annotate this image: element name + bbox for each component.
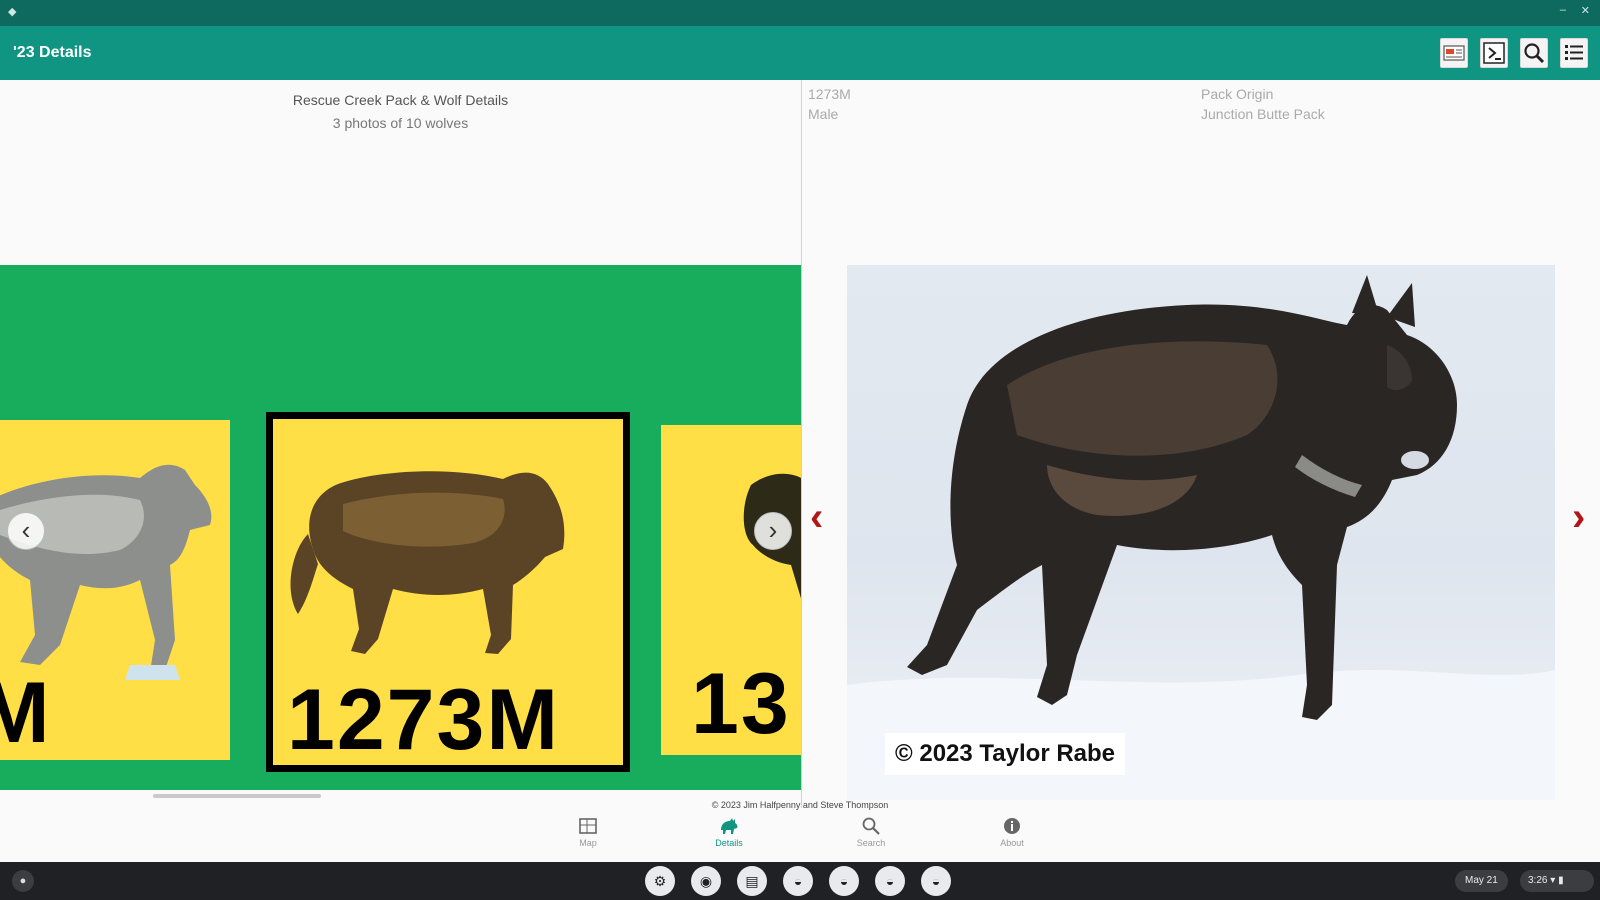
chevron-left-icon: ‹ xyxy=(810,495,824,539)
copyright-footer: © 2023 Jim Halfpenny and Steve Thompson xyxy=(711,800,889,810)
shelf-app-wolf-4[interactable]: ◒ xyxy=(921,866,951,896)
terminal-icon xyxy=(1483,42,1505,64)
chrome-icon: ◉ xyxy=(699,873,713,889)
search-icon xyxy=(1524,43,1545,64)
search-button[interactable] xyxy=(1520,38,1548,68)
nav-details-label: Details xyxy=(715,838,743,848)
window-title-strip: ◆ – ✕ xyxy=(0,0,1600,26)
wolf-app-icon: ◒ xyxy=(931,873,941,889)
shelf-app-files[interactable]: ▤ xyxy=(737,866,767,896)
pack-title: Rescue Creek Pack & Wolf Details xyxy=(292,92,509,108)
list-icon xyxy=(1565,45,1583,60)
chevron-right-icon: › xyxy=(1572,495,1586,539)
map-card-button[interactable] xyxy=(1440,38,1468,68)
os-shelf: ● ⚙ ◉ ▤ ◒ ◒ ◒ ◒ May 21 3:26 ▾ ▮ xyxy=(0,862,1600,900)
wolf-card-previous[interactable]: M xyxy=(0,420,230,760)
page-title: '23 Details xyxy=(13,44,92,61)
wolf-silhouette-grey xyxy=(0,464,212,680)
photo-credit: © 2023 Taylor Rabe xyxy=(885,733,1126,775)
map-icon xyxy=(553,816,623,838)
nav-search-label: Search xyxy=(856,838,886,848)
wolf-photo-illustration xyxy=(847,275,1555,800)
pack-origin-value: Junction Butte Pack xyxy=(1201,106,1325,122)
wolf-app-icon: ◒ xyxy=(793,873,803,889)
nav-about[interactable]: About xyxy=(977,816,1047,848)
battery-icon: ▮ xyxy=(1558,875,1564,886)
date-tray[interactable]: May 21 xyxy=(1455,870,1508,892)
nav-map[interactable]: Map xyxy=(553,816,623,848)
wolf-icon xyxy=(694,816,764,838)
nav-search[interactable]: Search xyxy=(836,816,906,848)
wolf-card-next[interactable]: 13 xyxy=(661,425,801,755)
date-label: May 21 xyxy=(1465,875,1498,886)
wolf-carousel[interactable]: M 1273M 13 ‹ › xyxy=(0,265,801,790)
wolf-sex: Male xyxy=(808,106,839,122)
wolf-card-current[interactable]: 1273M xyxy=(266,412,630,772)
shelf-app-wolf-2[interactable]: ◒ xyxy=(829,866,859,896)
info-icon xyxy=(977,816,1047,838)
clock: 3:26 xyxy=(1528,875,1548,886)
wolf-app-icon: ◒ xyxy=(885,873,895,889)
status-tray[interactable]: 3:26 ▾ ▮ xyxy=(1520,870,1594,892)
nav-about-label: About xyxy=(1000,838,1024,848)
minimize-icon[interactable]: – xyxy=(1560,4,1566,16)
shelf-app-wolf-3[interactable]: ◒ xyxy=(875,866,905,896)
launcher-icon: ● xyxy=(19,875,27,887)
wifi-icon: ▾ xyxy=(1550,875,1556,886)
wolf-card-label: 1273M xyxy=(287,672,560,768)
chevron-right-icon: › xyxy=(768,515,778,545)
files-icon: ▤ xyxy=(745,873,759,889)
map-card-icon xyxy=(1443,45,1465,61)
app-window: ◆ – ✕ '23 Details Rescue Creek Pack & Wo… xyxy=(0,0,1600,900)
nav-details[interactable]: Details xyxy=(694,816,764,848)
wolf-silhouette-brown xyxy=(290,471,565,654)
pack-origin-label: Pack Origin xyxy=(1201,86,1274,102)
launcher-button[interactable]: ● xyxy=(12,870,34,892)
close-icon[interactable]: ✕ xyxy=(1581,4,1590,17)
shelf-app-settings[interactable]: ⚙ xyxy=(645,866,675,896)
wolf-details-pane: 1273M Male Pack Origin Junction Butte Pa… xyxy=(802,80,1600,808)
photo-next-button[interactable]: › xyxy=(1572,497,1585,537)
carousel-prev-button[interactable]: ‹ xyxy=(7,512,45,550)
carousel-scroll-indicator xyxy=(153,794,321,798)
wolf-app-icon: ◒ xyxy=(839,873,849,889)
pack-subtitle: 3 photos of 10 wolves xyxy=(332,115,469,131)
shelf-app-chrome[interactable]: ◉ xyxy=(691,866,721,896)
wolf-id: 1273M xyxy=(808,86,851,102)
photo-prev-button[interactable]: ‹ xyxy=(810,497,823,537)
carousel-next-button[interactable]: › xyxy=(754,512,792,550)
shelf-app-wolf-1[interactable]: ◒ xyxy=(783,866,813,896)
search-icon xyxy=(836,816,906,838)
terminal-button[interactable] xyxy=(1480,38,1508,68)
wolf-card-label: 13 xyxy=(691,656,791,752)
bottom-navigation: Map Details Search About xyxy=(0,810,1600,862)
wolf-photo: © 2023 Taylor Rabe xyxy=(847,265,1555,800)
pack-details-pane: Rescue Creek Pack & Wolf Details 3 photo… xyxy=(0,80,801,808)
list-button[interactable] xyxy=(1560,38,1588,68)
chevron-left-icon: ‹ xyxy=(21,515,31,545)
app-bar: '23 Details xyxy=(0,26,1600,80)
wolf-card-label: M xyxy=(0,665,52,760)
back-icon[interactable]: ◆ xyxy=(8,5,16,18)
settings-icon: ⚙ xyxy=(653,873,667,889)
nav-map-label: Map xyxy=(579,838,597,848)
